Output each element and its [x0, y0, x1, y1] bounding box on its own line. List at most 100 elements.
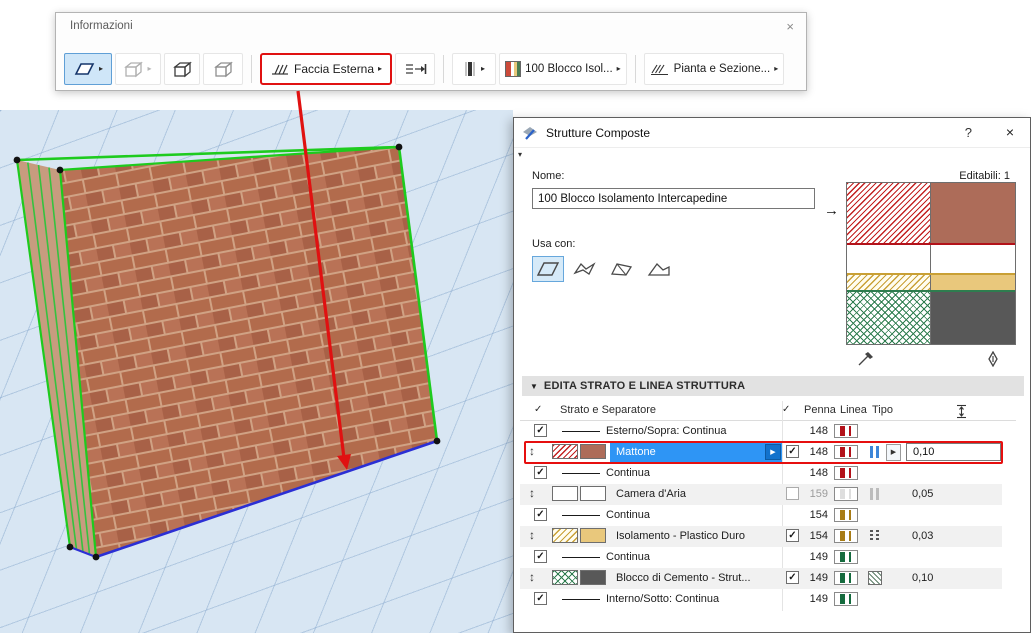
- thickness-value[interactable]: 0,05: [912, 488, 933, 500]
- line-pen-swatch[interactable]: [834, 550, 858, 564]
- geometry-box-button[interactable]: [164, 53, 200, 85]
- row-checkbox[interactable]: ✓: [534, 424, 547, 437]
- composite-select-button[interactable]: 100 Blocco Isol... ▸: [499, 53, 627, 85]
- row-checkbox[interactable]: [786, 487, 799, 500]
- separator-line: [562, 557, 600, 558]
- separator-row[interactable]: ✓ Interno/Sotto: Continua 149: [520, 589, 1002, 610]
- use-with-mesh-toggle[interactable]: [643, 256, 675, 282]
- separator-row[interactable]: ✓Esterno/Sopra: Continua148: [520, 421, 1002, 442]
- pane-collapse-icon[interactable]: ▾: [518, 150, 522, 159]
- line-pen-swatch[interactable]: [834, 571, 858, 585]
- line-pen-swatch[interactable]: [834, 445, 858, 459]
- pen-number[interactable]: 149: [800, 551, 828, 563]
- display-mode-button[interactable]: Pianta e Sezione... ▸: [644, 53, 785, 85]
- geometry-method-button[interactable]: ▸: [64, 53, 112, 85]
- row-checkbox[interactable]: ✓: [786, 529, 799, 542]
- row-checkbox[interactable]: ✓: [534, 550, 547, 563]
- layer-name-cell[interactable]: Camera d'Aria: [610, 485, 782, 504]
- wall-section-icon: [463, 61, 477, 77]
- help-button[interactable]: ?: [965, 125, 972, 140]
- thickness-value[interactable]: 0,10: [912, 572, 933, 584]
- separator-row[interactable]: ✓Continua154: [520, 505, 1002, 526]
- toolbar-separator: [251, 55, 252, 83]
- type-menu-button[interactable]: ▶: [886, 444, 901, 461]
- layer-row[interactable]: ↕ Camera d'Aria 159 0,05: [520, 484, 1002, 505]
- composite-name-input[interactable]: [532, 188, 815, 209]
- pen-number[interactable]: 154: [800, 509, 828, 521]
- row-checkbox[interactable]: ✓: [786, 445, 799, 458]
- layer-row[interactable]: ↕ Blocco di Cemento - Strut... ✓149 0,10: [520, 568, 1002, 589]
- preview-surface: [931, 245, 1015, 273]
- row-checkbox[interactable]: ✓: [534, 466, 547, 479]
- row-checkbox[interactable]: ✓: [534, 508, 547, 521]
- layer-name: Camera d'Aria: [610, 488, 686, 500]
- cut-fill-pen-icon[interactable]: [858, 351, 875, 367]
- preview-surface: [931, 183, 1015, 243]
- line-pen-swatch[interactable]: [834, 529, 858, 543]
- flip-direction-button[interactable]: [395, 53, 435, 85]
- line-pen-swatch[interactable]: [834, 466, 858, 480]
- name-label: Nome:: [532, 170, 564, 182]
- surface-swatch[interactable]: [580, 570, 606, 585]
- geometry-box2-button[interactable]: [203, 53, 243, 85]
- dropdown-arrow-icon: ▸: [481, 65, 485, 73]
- row-drag-handle[interactable]: ↕: [529, 444, 535, 458]
- separator-row[interactable]: ✓ Continua 148: [520, 463, 1002, 484]
- layer-type-icon: [868, 571, 882, 585]
- surface-swatch[interactable]: [580, 444, 606, 459]
- dialog-close-button[interactable]: ×: [1006, 124, 1014, 140]
- pen-number[interactable]: 159: [800, 488, 828, 500]
- pen-number[interactable]: 148: [800, 446, 828, 458]
- row-drag-handle[interactable]: ↕: [529, 528, 535, 542]
- layer-name-cell[interactable]: Blocco di Cemento - Strut...: [610, 569, 782, 588]
- line-pen-swatch[interactable]: [834, 487, 858, 501]
- layer-name-cell[interactable]: Mattone▶: [610, 443, 782, 462]
- pen-number[interactable]: 149: [800, 593, 828, 605]
- cut-fill-swatch[interactable]: [552, 444, 578, 459]
- separator-row[interactable]: ✓Continua149: [520, 547, 1002, 568]
- viewport-3d[interactable]: [0, 110, 513, 633]
- separator-label: Interno/Sotto: Continua: [606, 593, 719, 605]
- row-drag-handle[interactable]: ↕: [529, 570, 535, 584]
- edit-layers-section-header[interactable]: ▼ EDITA STRATO E LINEA STRUTTURA: [522, 376, 1024, 396]
- thickness-input[interactable]: 0,10: [906, 443, 1001, 461]
- toolbar-close-button[interactable]: ×: [786, 19, 794, 34]
- faccia-esterna-button[interactable]: Faccia Esterna ▸: [260, 53, 392, 85]
- pen-number[interactable]: 149: [800, 572, 828, 584]
- layer-row[interactable]: ↕ Mattone▶ ✓148 ▶ 0,10: [520, 442, 1002, 463]
- wall-3d[interactable]: [0, 110, 513, 633]
- wall-structure-button[interactable]: ▸: [452, 53, 496, 85]
- separator-line: [562, 599, 600, 600]
- roof-tool-icon: [610, 260, 634, 278]
- pen-number[interactable]: 148: [800, 467, 828, 479]
- row-checkbox[interactable]: ✓: [534, 592, 547, 605]
- dialog-title-bar[interactable]: Strutture Composte ? ×: [514, 118, 1030, 148]
- dropdown-arrow-icon: ▸: [774, 65, 778, 73]
- surface-swatch[interactable]: [580, 486, 606, 501]
- pen-number[interactable]: 148: [800, 425, 828, 437]
- line-pen-swatch[interactable]: [834, 508, 858, 522]
- thickness-value[interactable]: 0,03: [912, 530, 933, 542]
- use-with-roof-toggle[interactable]: [606, 256, 638, 282]
- layer-table: ✓ Strato e Separatore ✓ Penna Linea Tipo…: [520, 401, 1016, 611]
- composite-icon: [505, 61, 521, 77]
- cut-fill-swatch[interactable]: [552, 570, 578, 585]
- line-pen-swatch[interactable]: [834, 592, 858, 606]
- layer-row[interactable]: ↕ Isolamento - Plastico Duro ✓154 0,03: [520, 526, 1002, 547]
- wall-brick-face[interactable]: [60, 147, 437, 557]
- layer-expand-button[interactable]: ▶: [765, 444, 781, 460]
- row-drag-handle[interactable]: ↕: [529, 486, 535, 500]
- composite-structures-dialog: Strutture Composte ? × ▾ Nome: Editabili…: [513, 117, 1031, 633]
- separator-label: Continua: [606, 467, 650, 479]
- use-with-shell-toggle[interactable]: [569, 256, 601, 282]
- line-pen-swatch[interactable]: [834, 424, 858, 438]
- layer-name-cell[interactable]: Isolamento - Plastico Duro: [610, 527, 782, 546]
- separator-line-pen-icon[interactable]: [986, 351, 1000, 367]
- pen-number[interactable]: 154: [800, 530, 828, 542]
- row-checkbox[interactable]: ✓: [786, 571, 799, 584]
- surface-swatch[interactable]: [580, 528, 606, 543]
- toolbar-button-row: ▸ ▸: [64, 51, 784, 87]
- cut-fill-swatch[interactable]: [552, 528, 578, 543]
- use-with-wall-toggle[interactable]: [532, 256, 564, 282]
- cut-fill-swatch[interactable]: [552, 486, 578, 501]
